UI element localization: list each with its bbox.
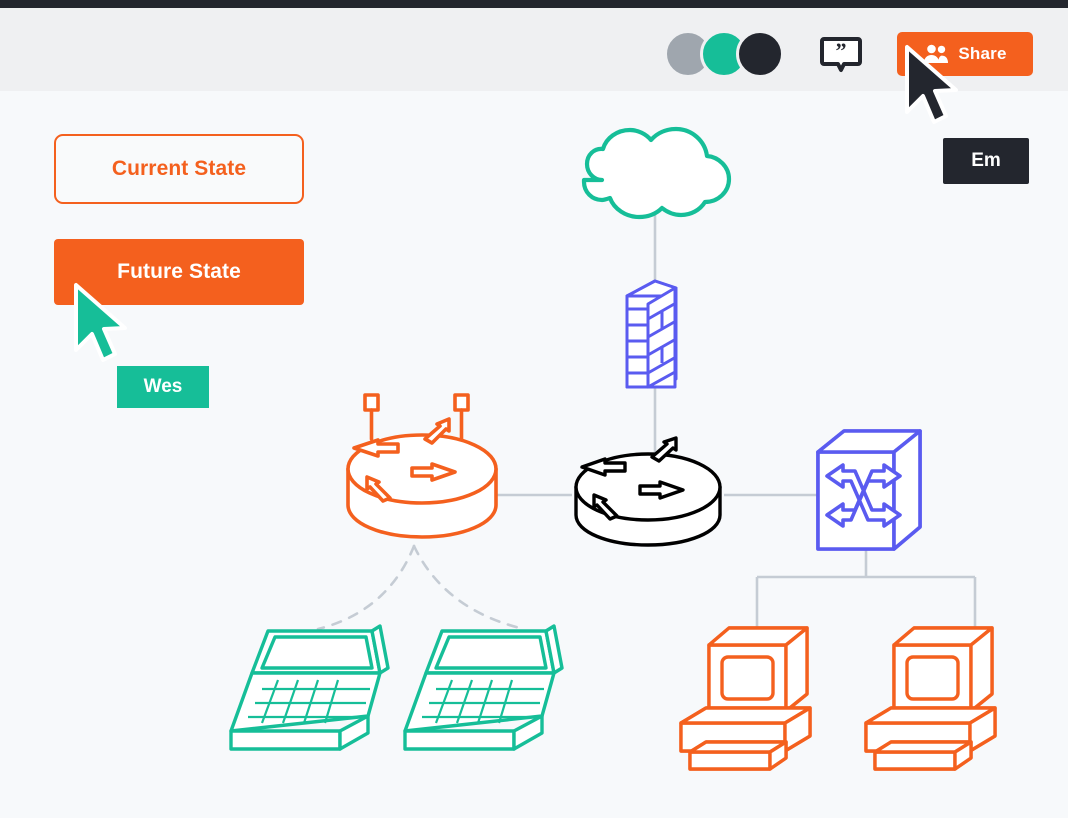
node-desktop-1[interactable] <box>679 626 812 771</box>
comment-quote-icon: ” <box>820 37 862 72</box>
toolbar: ” Share <box>0 8 1068 91</box>
connectors <box>497 212 977 632</box>
whiteboard-app: ” Share Current State Future State Wes E… <box>0 0 1068 818</box>
node-laptop-1[interactable] <box>229 624 390 751</box>
comment-button[interactable]: ” <box>820 36 862 74</box>
people-icon <box>924 44 949 63</box>
window-top-strip <box>0 0 1068 8</box>
node-laptop-2[interactable] <box>403 624 564 751</box>
link-wrouter-laptop2 <box>412 544 526 631</box>
node-wireless-router[interactable] <box>346 393 498 539</box>
future-state-label: Future State <box>117 260 241 283</box>
share-button[interactable]: Share <box>897 32 1033 76</box>
node-router[interactable] <box>574 436 722 547</box>
share-button-label: Share <box>958 44 1007 63</box>
node-switch[interactable] <box>816 429 922 551</box>
current-state-label: Current State <box>111 157 247 180</box>
current-state-button[interactable]: Current State <box>54 134 304 204</box>
future-state-button[interactable]: Future State <box>54 239 304 305</box>
cursor-label-wes-text: Wes <box>143 376 183 397</box>
node-cloud[interactable] <box>581 126 732 220</box>
link-wrouter-laptop1 <box>316 544 416 631</box>
wireless-links <box>316 544 526 631</box>
cursor-label-wes: Wes <box>117 366 209 408</box>
node-desktop-2[interactable] <box>864 626 997 771</box>
cursor-label-em: Em <box>943 138 1029 184</box>
svg-text:”: ” <box>836 38 847 63</box>
avatar[interactable] <box>736 30 784 78</box>
node-firewall[interactable] <box>625 279 678 389</box>
cursor-label-em-text: Em <box>971 150 1001 171</box>
